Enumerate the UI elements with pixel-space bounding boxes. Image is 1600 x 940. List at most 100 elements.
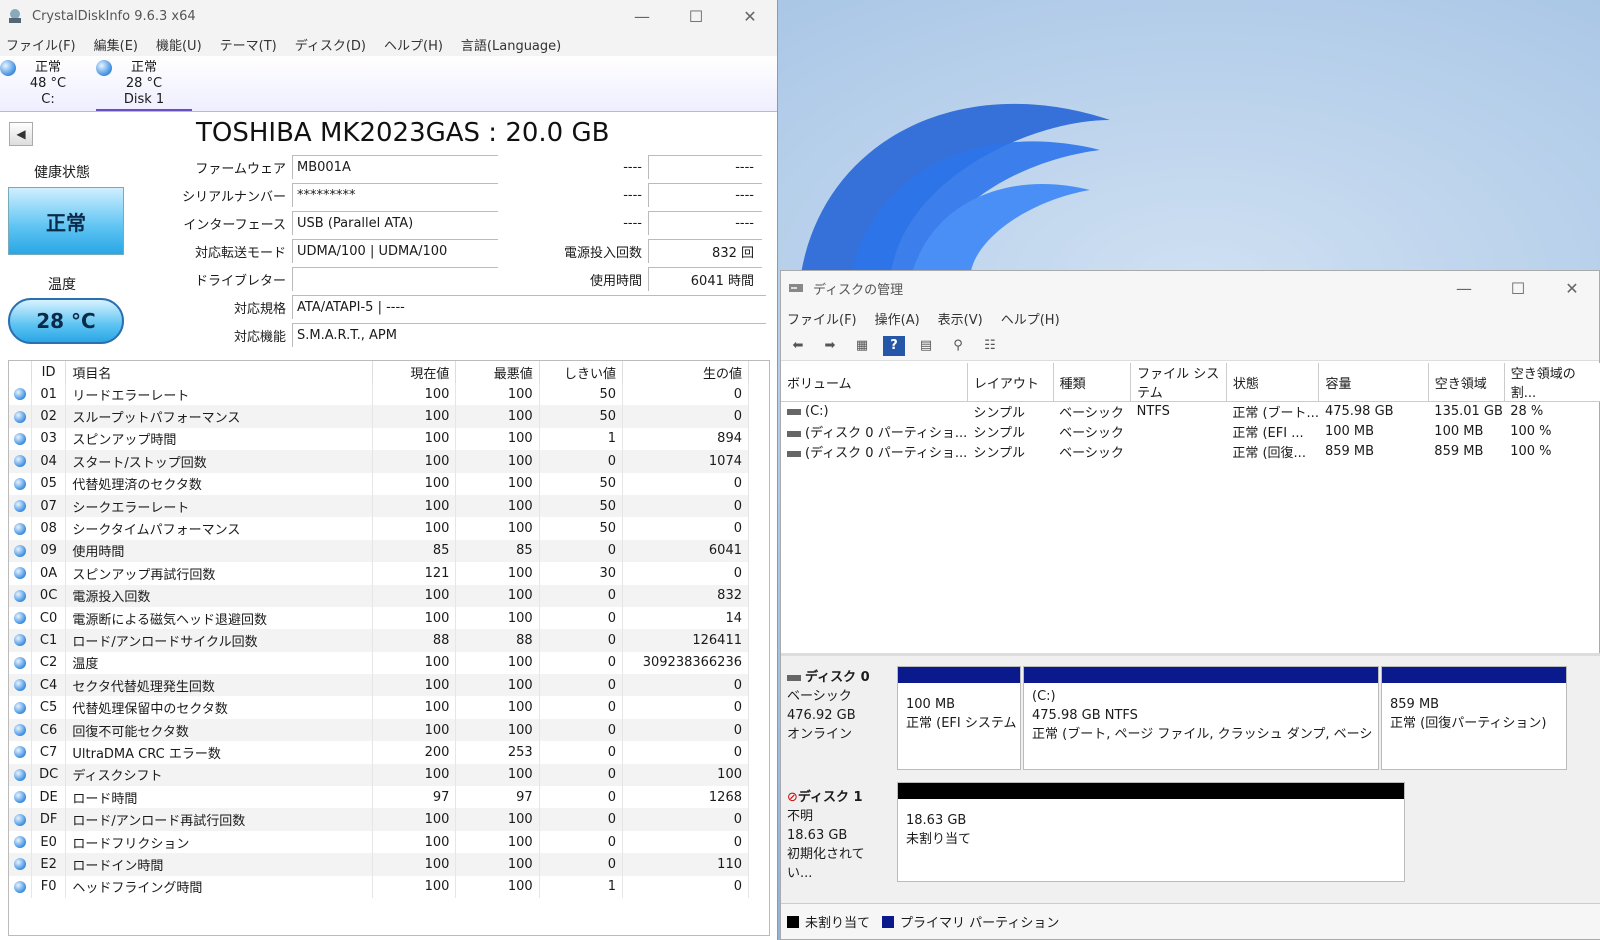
table-row[interactable]: DC ディスクシフト 100 100 0 100 [9, 763, 750, 787]
disk1-label[interactable]: ⊘ディスク 1 不明 18.63 GB 初期化されてい... [787, 788, 887, 883]
disk-summary: ◀ TOSHIBA MK2023GAS : 20.0 GB 健康状態 正常 温度… [0, 112, 778, 352]
table-row[interactable]: C6 回復不可能セクタ数 100 100 0 0 [9, 718, 750, 742]
table-row[interactable]: F0 ヘッドフライング時間 100 100 1 0 [9, 875, 750, 898]
legend-primary: プライマリ パーティション [900, 916, 1060, 931]
table-row[interactable]: DE ロード時間 97 97 0 1268 [9, 786, 750, 809]
error-icon: ⊘ [787, 790, 798, 805]
table-row[interactable]: C4 セクタ代替処理発生回数 100 100 0 0 [9, 674, 750, 697]
col-free[interactable]: 空き領域 [1428, 363, 1505, 402]
col-filesystem[interactable]: ファイル システム [1130, 363, 1227, 402]
table-row[interactable]: 09 使用時間 85 85 0 6041 [9, 539, 750, 563]
menu-function[interactable]: 機能(U) [156, 35, 202, 54]
status-good-icon [13, 410, 26, 423]
dm-toolbar: ⬅ ➡ ▦ ? ▤ ⚲ ☷ [781, 331, 1599, 361]
col-capacity[interactable]: 容量 [1318, 363, 1429, 402]
menu-file[interactable]: ファイル(F) [6, 35, 76, 54]
table-row[interactable]: DF ロード/アンロード再試行回数 100 100 0 0 [9, 808, 750, 831]
temperature-button[interactable]: 28 °C [8, 298, 124, 344]
table-row[interactable]: 01 リードエラーレート 100 100 50 0 [9, 383, 750, 406]
disk-tab-disk1[interactable]: 正常 28 °C Disk 1 [96, 56, 192, 111]
col-worst[interactable]: 最悪値 [455, 361, 540, 383]
info-firmware: ファームウェア MB001A [144, 154, 498, 180]
info-power-on-count: 電源投入回数 832 回 [548, 238, 762, 264]
status-good-icon [13, 836, 26, 848]
table-row[interactable]: 0A スピンアップ再試行回数 121 100 30 0 [9, 562, 750, 585]
triangle-left-icon: ◀ [16, 127, 26, 141]
connect-icon[interactable]: ⚲ [947, 336, 969, 356]
col-status[interactable]: 状態 [1226, 363, 1320, 402]
disk0-efi-partition[interactable]: 100 MB正常 (EFI システム パ [897, 666, 1021, 770]
col-type[interactable]: 種類 [1053, 363, 1132, 402]
status-good-icon [13, 813, 26, 826]
menu-edit[interactable]: 編集(E) [94, 35, 138, 54]
cdi-menubar: ファイル(F) 編集(E) 機能(U) テーマ(T) ディスク(D) ヘルプ(H… [0, 32, 777, 56]
panel-icon[interactable]: ▤ [915, 336, 937, 356]
col-layout[interactable]: レイアウト [967, 363, 1054, 402]
volume-row[interactable]: (ディスク 0 パーティショ... シンプル ベーシック 正常 (EFI ... 100… [781, 422, 1600, 442]
table-row[interactable]: C1 ロード/アンロードサイクル回数 88 88 0 126411 [9, 629, 750, 652]
table-row[interactable]: C2 温度 100 100 0 309238366236 [9, 651, 750, 675]
disk1-unallocated[interactable]: 18.63 GB 未割り当て [897, 782, 1405, 882]
health-status-button[interactable]: 正常 [8, 187, 124, 255]
previous-disk-button[interactable]: ◀ [9, 122, 33, 146]
back-arrow-icon[interactable]: ⬅ [787, 336, 809, 356]
col-threshold[interactable]: しきい値 [539, 361, 623, 383]
table-row[interactable]: C7 UltraDMA CRC エラー数 200 253 0 0 [9, 741, 750, 764]
table-row[interactable]: 02 スループットパフォーマンス 100 100 50 0 [9, 405, 750, 428]
forward-arrow-icon[interactable]: ➡ [819, 336, 841, 356]
dm-menu-help[interactable]: ヘルプ(H) [1001, 309, 1060, 328]
col-volume[interactable]: ボリューム [781, 363, 968, 402]
table-row[interactable]: 05 代替処理済のセクタ数 100 100 50 0 [9, 472, 750, 495]
table-row[interactable]: 03 スピンアップ時間 100 100 1 894 [9, 427, 750, 451]
dm-maximize-button[interactable]: ☐ [1491, 279, 1545, 298]
table-row[interactable]: E2 ロードイン時間 100 100 0 110 [9, 853, 750, 876]
info-right-2: ---- ---- [548, 182, 762, 208]
dm-minimize-button[interactable]: — [1437, 279, 1491, 298]
disk0-c-partition[interactable]: (C:) 475.98 GB NTFS 正常 (ブート, ページ ファイル, クラッ… [1023, 666, 1379, 770]
dm-menu-file[interactable]: ファイル(F) [787, 309, 857, 328]
col-free-pct[interactable]: 空き領域の割... [1504, 363, 1600, 402]
disk0-label[interactable]: ディスク 0 ベーシック 476.92 GB オンライン [787, 668, 887, 744]
info-standard: 対応規格 ATA/ATAPI-5 | ---- [144, 294, 766, 320]
minimize-button[interactable]: — [615, 7, 669, 26]
menu-theme[interactable]: テーマ(T) [220, 35, 277, 54]
col-name[interactable]: 項目名 [65, 361, 374, 383]
table-row[interactable]: 04 スタート/ストップ回数 100 100 0 1074 [9, 450, 750, 473]
table-row[interactable]: 08 シークタイムパフォーマンス 100 100 50 0 [9, 517, 750, 540]
properties-icon[interactable]: ▦ [851, 336, 873, 356]
disk-tab-c[interactable]: 正常 48 °C C: [0, 56, 96, 111]
dm-window-title: ディスクの管理 [813, 282, 904, 298]
table-row[interactable]: C0 電源断による磁気ヘッド退避回数 100 100 0 14 [9, 606, 750, 630]
table-row[interactable]: E0 ロードフリクション 100 100 0 0 [9, 830, 750, 854]
table-row[interactable]: 07 シークエラーレート 100 100 50 0 [9, 494, 750, 518]
status-good-icon [13, 679, 26, 692]
status-good-icon [13, 500, 26, 513]
table-row[interactable]: C5 代替処理保留中のセクタ数 100 100 0 0 [9, 696, 750, 719]
status-good-icon [13, 656, 26, 669]
close-button[interactable]: ✕ [723, 7, 777, 26]
menu-disk[interactable]: ディスク(D) [295, 35, 366, 54]
col-current[interactable]: 現在値 [372, 361, 457, 383]
dm-close-button[interactable]: ✕ [1545, 279, 1599, 298]
info-power-on-hours: 使用時間 6041 時間 [548, 266, 762, 292]
menu-help[interactable]: ヘルプ(H) [384, 35, 443, 54]
list-icon[interactable]: ☷ [979, 336, 1001, 356]
col-id[interactable]: ID [31, 361, 67, 383]
temperature-label: 温度 [48, 277, 76, 293]
menu-language[interactable]: 言語(Language) [461, 35, 561, 54]
volume-row[interactable]: (ディスク 0 パーティショ... シンプル ベーシック 正常 (回復... 859 M… [781, 442, 1600, 462]
info-serial: シリアルナンバー ********* [144, 182, 498, 208]
dm-menu-action[interactable]: 操作(A) [875, 309, 920, 328]
table-row[interactable]: 0C 電源投入回数 100 100 0 832 [9, 584, 750, 607]
legend-unallocated: 未割り当て [805, 916, 871, 931]
status-good-icon [13, 544, 26, 557]
status-good-icon [13, 880, 26, 893]
disk0-recovery-partition[interactable]: 859 MB 正常 (回復パーティション) [1381, 666, 1567, 770]
legend: 未割り当て プライマリ パーティション [781, 903, 1600, 939]
help-icon[interactable]: ? [883, 335, 905, 356]
maximize-button[interactable]: ☐ [669, 7, 723, 26]
col-raw[interactable]: 生の値 [622, 361, 750, 383]
dm-menu-view[interactable]: 表示(V) [938, 309, 983, 328]
volume-row[interactable]: (C:) シンプル ベーシック NTFS 正常 (ブート... 475.98 GB 135.… [781, 402, 1600, 422]
wallpaper-bloom-icon [800, 103, 1110, 280]
